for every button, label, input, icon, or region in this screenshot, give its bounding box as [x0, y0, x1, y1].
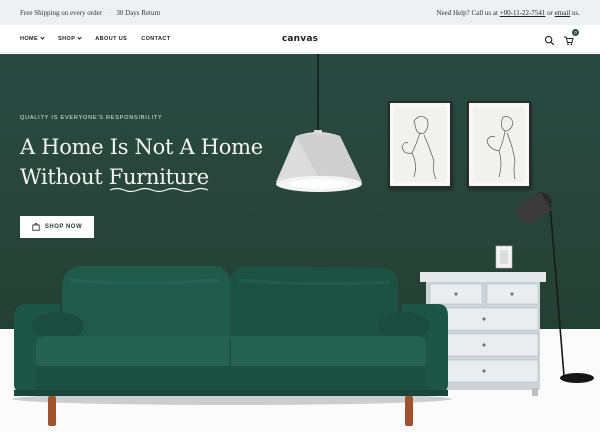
bag-icon: [32, 223, 40, 231]
velvet-sofa: [12, 266, 452, 426]
top-bar-left: Free Shipping on every order · 30 Days R…: [20, 9, 160, 17]
nav-shop[interactable]: SHOP: [58, 35, 82, 42]
site-header: HOME SHOP ABOUT US CONTACT canvas 0: [0, 25, 600, 53]
search-icon[interactable]: [544, 33, 555, 46]
header-icons: 0: [544, 29, 579, 46]
help-suffix: us.: [572, 8, 580, 17]
hero-headline: A Home Is Not A Home Without Furniture: [20, 132, 263, 193]
help-text: Need Help? Call us at: [436, 8, 498, 17]
nav-about[interactable]: ABOUT US: [95, 36, 127, 42]
or-text: or: [547, 8, 553, 17]
hero-tagline: QUALITY IS EVERYONE'S RESPONSIBILITY: [20, 115, 163, 121]
top-bar-right: Need Help? Call us at +00-11-22-7541 or …: [436, 9, 580, 17]
chevron-down-icon: [77, 35, 82, 40]
shipping-text: Free Shipping on every order: [20, 8, 103, 17]
separator: ·: [108, 8, 111, 17]
shop-now-label: SHOP NOW: [44, 224, 83, 230]
hero-banner: QUALITY IS EVERYONE'S RESPONSIBILITY A H…: [0, 54, 600, 432]
cart-icon[interactable]: 0: [563, 29, 579, 46]
nav-contact[interactable]: CONTACT: [141, 36, 170, 42]
returns-text: 30 Days Return: [116, 8, 161, 17]
headline-line-1: A Home Is Not A Home: [20, 135, 263, 159]
main-nav: HOME SHOP ABOUT US CONTACT: [20, 35, 185, 42]
headline-line-2: Without Furniture: [20, 162, 263, 193]
nav-home-label: HOME: [20, 35, 39, 42]
chevron-down-icon: [40, 35, 45, 40]
cart-count-badge: 0: [572, 29, 579, 36]
nav-home[interactable]: HOME: [20, 35, 45, 42]
phone-link[interactable]: +00-11-22-7541: [500, 9, 546, 17]
headline-line-2-text: Without: [20, 165, 109, 189]
headline-underlined-word: Furniture: [108, 165, 209, 193]
email-link[interactable]: email: [555, 9, 571, 17]
nav-about-label: ABOUT US: [95, 35, 128, 42]
top-info-bar: Free Shipping on every order · 30 Days R…: [0, 0, 600, 25]
nav-contact-label: CONTACT: [141, 35, 171, 42]
nav-shop-label: SHOP: [58, 35, 76, 42]
underlined-word-text: Furniture: [108, 165, 209, 189]
squiggle-underline-icon: [109, 187, 209, 193]
shop-now-button[interactable]: SHOP NOW: [20, 216, 94, 238]
